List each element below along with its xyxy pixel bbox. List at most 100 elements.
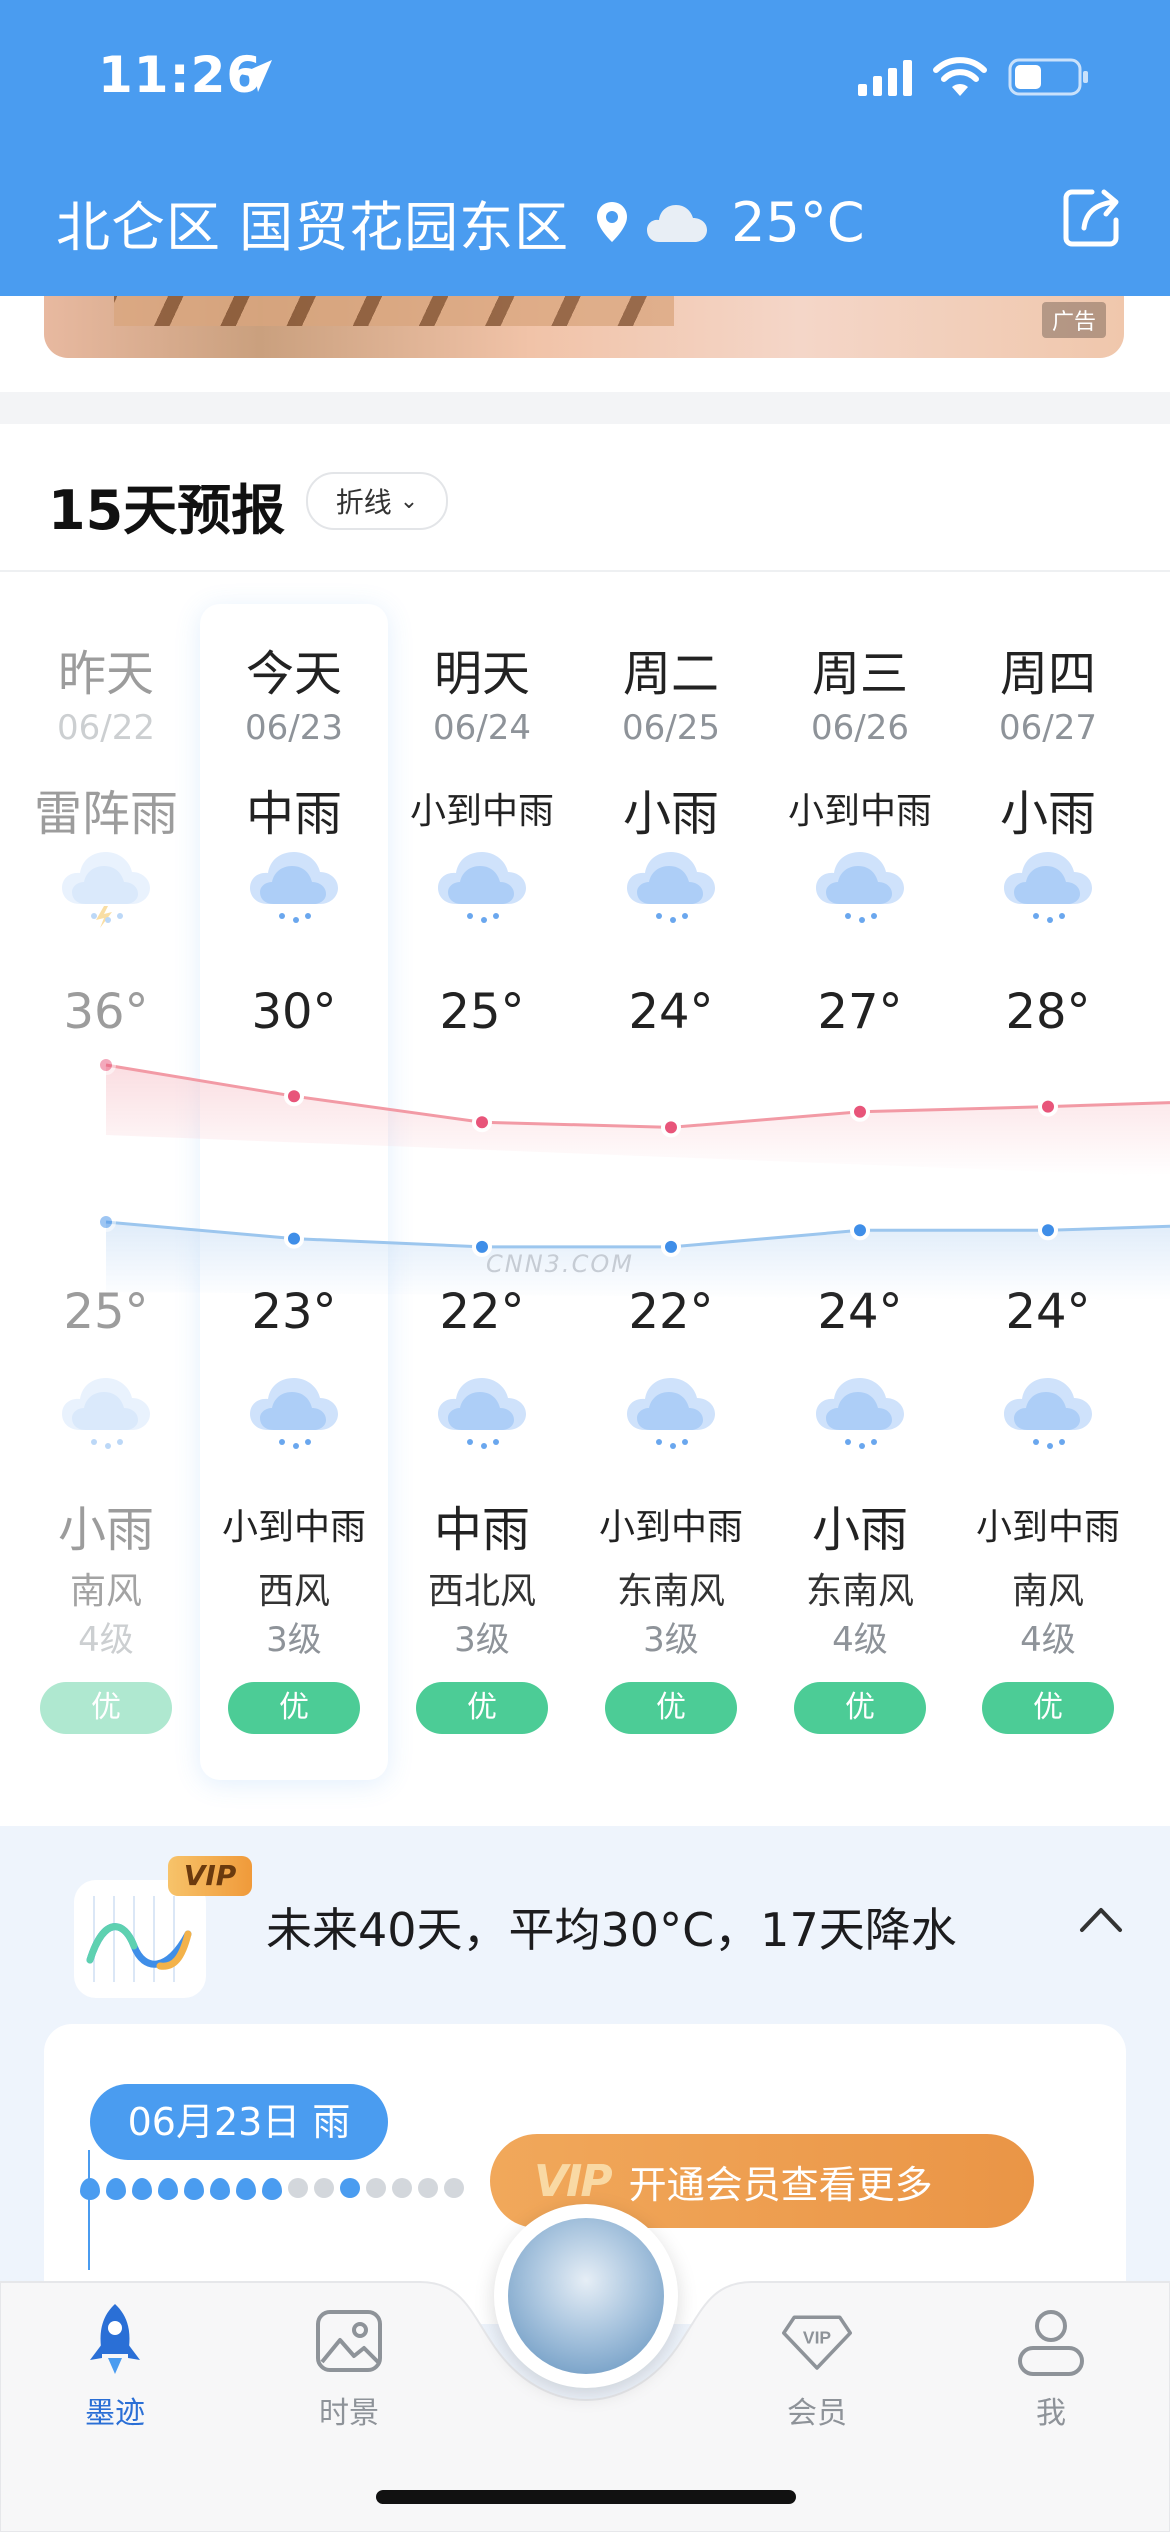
dry-dot-icon: [392, 2178, 412, 2198]
wind-level: 3级: [266, 1620, 322, 1660]
ad-tag: 广告: [1041, 302, 1106, 338]
day-weather: 小到中雨: [787, 791, 932, 832]
profile-icon: [1018, 2310, 1084, 2376]
photo-icon: [316, 2310, 382, 2372]
rain-drop-icon: [158, 2178, 178, 2200]
wind-direction: 东南风: [616, 1571, 725, 1612]
dry-dot-icon: [288, 2178, 308, 2198]
wind-level: 3级: [454, 1620, 510, 1660]
day-date: 06/25: [622, 708, 720, 748]
day-weather: 小雨: [622, 786, 719, 842]
high-temp-point: [661, 1117, 681, 1138]
night-weather: 小雨: [57, 1502, 154, 1558]
high-temp-point: [96, 1055, 116, 1075]
wind-level: 4级: [78, 1620, 134, 1660]
aqi-badge: 优: [794, 1682, 926, 1734]
day-date: 06/23: [245, 708, 343, 748]
tab-label: 会员: [787, 2396, 847, 2431]
aqi-badge: 优: [40, 1682, 172, 1734]
chart-view-toggle[interactable]: 折线 ⌄: [306, 472, 448, 530]
status-bar: 11:26: [0, 0, 1170, 150]
low-temp-point: [661, 1236, 681, 1257]
day-date: 06/27: [999, 708, 1097, 748]
dry-dot-icon: [418, 2178, 438, 2198]
center-sky-button[interactable]: [494, 2204, 678, 2388]
low-temp-area: [106, 1222, 1170, 1300]
location-row[interactable]: 北仑区 国贸花园东区 25°C: [56, 182, 865, 262]
aqi-badge: 优: [982, 1682, 1114, 1734]
day-weather: 中雨: [245, 786, 342, 842]
dry-dot-icon: [340, 2178, 360, 2198]
day-weather: 小到中雨: [409, 791, 554, 832]
wifi-icon: [933, 57, 987, 96]
high-temp-point: [1038, 1096, 1058, 1117]
vip-cta-badge: VIP: [534, 2155, 613, 2207]
wind-direction: 西北风: [427, 1571, 536, 1612]
share-icon[interactable]: [1060, 186, 1122, 250]
day-name: 明天: [433, 646, 530, 702]
rain-drop-icon: [236, 2178, 256, 2200]
rain-drop-icon: [132, 2178, 152, 2200]
high-temp-point: [284, 1086, 304, 1107]
tab-me[interactable]: 我: [986, 2300, 1116, 2432]
low-temp-point: [1038, 1220, 1058, 1241]
svg-text:VIP: VIP: [803, 2328, 832, 2348]
precip-drops: [80, 2178, 470, 2208]
rain-drop-icon: [184, 2178, 204, 2200]
day-weather: 雷阵雨: [33, 786, 178, 842]
watermark: CNN3.COM: [486, 1250, 634, 1278]
aqi-badge: 优: [228, 1682, 360, 1734]
day-name: 今天: [245, 646, 342, 702]
day-name: 周四: [999, 646, 1096, 702]
aqi-badge: 优: [416, 1682, 548, 1734]
wind-level: 4级: [1020, 1620, 1076, 1660]
signal-icon: [858, 60, 912, 96]
day-date: 06/26: [811, 708, 909, 748]
wind-level: 4级: [832, 1620, 888, 1660]
wind-direction: 南风: [1011, 1571, 1084, 1612]
high-temp: 27°: [817, 984, 903, 1040]
rocket-icon: [90, 2304, 140, 2374]
day-name: 昨天: [57, 646, 154, 702]
low-temp-point: [284, 1228, 304, 1249]
pin-icon: [597, 202, 628, 242]
chevron-up-icon[interactable]: [1078, 1904, 1124, 1934]
top-header: 11:26 北仑区 国贸花园东区 25°C: [0, 0, 1170, 296]
night-weather: 中雨: [433, 1502, 530, 1558]
day-date: 06/22: [57, 708, 155, 748]
tab-vip[interactable]: VIP 会员: [752, 2300, 882, 2432]
aqi-badge: 优: [605, 1682, 737, 1734]
high-temp-area: [106, 1065, 1170, 1177]
section-divider: [0, 392, 1170, 424]
high-temp: 24°: [628, 984, 714, 1040]
rain-drop-icon: [210, 2178, 230, 2200]
high-temp: 36°: [63, 984, 149, 1040]
forty-day-summary[interactable]: 未来40天，平均30°C，17天降水: [266, 1894, 957, 1960]
night-weather: 小到中雨: [598, 1507, 743, 1548]
tab-scenes[interactable]: 时景: [284, 2300, 414, 2432]
day-date: 06/24: [433, 708, 531, 748]
high-temp: 30°: [251, 984, 337, 1040]
battery-icon: [1008, 58, 1088, 96]
high-temp: 28°: [1005, 984, 1091, 1040]
rain-drop-icon: [80, 2178, 100, 2200]
tab-moji[interactable]: 墨迹: [50, 2300, 180, 2432]
high-temp: 25°: [439, 984, 525, 1040]
forecast-title: 15天预报: [48, 479, 286, 542]
day-name: 周二: [622, 646, 719, 702]
low-temp-point: [850, 1220, 870, 1241]
chevron-down-icon: ⌄: [399, 488, 419, 514]
high-temp-point: [850, 1101, 870, 1122]
wind-direction: 南风: [69, 1571, 142, 1612]
vip-diamond-icon: VIP: [782, 2315, 852, 2370]
tab-label: 我: [1036, 2396, 1066, 2431]
night-weather: 小到中雨: [975, 1507, 1120, 1548]
forecast-divider: [0, 570, 1170, 572]
rain-drop-icon: [262, 2178, 282, 2200]
location-name[interactable]: 北仑区 国贸花园东区: [56, 183, 569, 262]
date-guide-line: [88, 2150, 90, 2270]
vip-cta-label: 开通会员查看更多: [628, 2162, 933, 2207]
home-indicator: [376, 2490, 796, 2504]
low-temp-point: [96, 1212, 116, 1232]
rain-drop-icon: [106, 2178, 126, 2200]
